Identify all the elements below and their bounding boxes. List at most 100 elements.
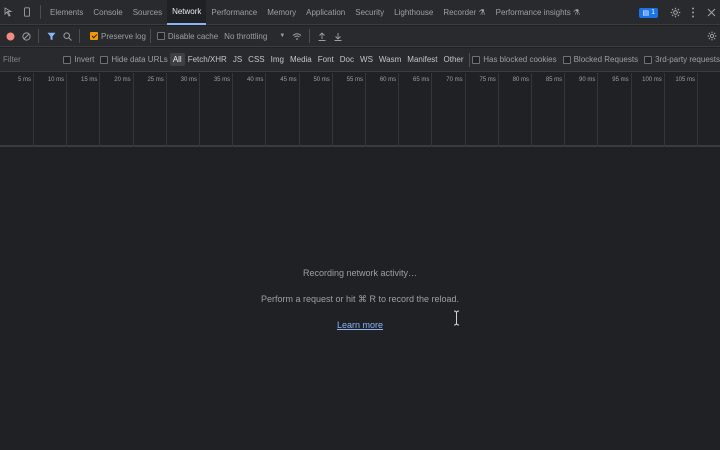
devtools-tabbar: Elements Console Sources Network Performance… bbox=[0, 0, 720, 25]
checkbox-box[interactable] bbox=[156, 32, 165, 40]
filter-type-css[interactable]: CSS bbox=[245, 53, 267, 66]
timeline-tick-label: 90 ms bbox=[579, 77, 596, 83]
tab-application[interactable]: Application bbox=[301, 0, 350, 25]
timeline-tick-label: 30 ms bbox=[180, 77, 197, 83]
panel-tabs: Elements Console Sources Network Performance… bbox=[45, 0, 585, 25]
timeline-gridline bbox=[431, 73, 433, 147]
tab-security[interactable]: Security bbox=[350, 0, 389, 25]
timeline-gridline bbox=[365, 73, 366, 147]
timeline-gridline bbox=[398, 73, 400, 147]
checkbox-box[interactable] bbox=[644, 55, 653, 64]
filter-bar: Filter Invert Hide data URLs All Fetch/XH… bbox=[0, 48, 720, 72]
throttling-select[interactable]: No throttling ▼ bbox=[224, 32, 285, 41]
has-blocked-cookies-label: Has blocked cookies bbox=[483, 55, 557, 64]
tab-recorder[interactable]: Recorder ⚗ bbox=[438, 0, 490, 25]
divider bbox=[309, 29, 311, 43]
third-party-requests-label: 3rd-party requests bbox=[655, 55, 720, 64]
inspect-element-icon[interactable] bbox=[0, 0, 18, 25]
disable-cache-label: Disable cache bbox=[167, 31, 219, 41]
disable-cache-checkbox[interactable]: Disable cache bbox=[156, 31, 219, 41]
recording-message: Recording network activity… bbox=[302, 268, 418, 278]
third-party-requests-checkbox[interactable]: 3rd-party requests bbox=[644, 55, 720, 64]
divider bbox=[79, 29, 80, 43]
timeline-gridline bbox=[564, 73, 566, 147]
tabbar-right: ▤ 1 bbox=[639, 0, 720, 25]
tab-elements[interactable]: Elements bbox=[45, 0, 88, 25]
tab-performance-insights[interactable]: Performance insights ⚗ bbox=[491, 0, 586, 25]
timeline-gridline bbox=[298, 73, 300, 147]
timeline-gridline bbox=[630, 73, 632, 147]
issues-icon: ▤ bbox=[642, 9, 650, 17]
filter-type-img[interactable]: Img bbox=[268, 53, 287, 66]
divider bbox=[468, 52, 470, 67]
timeline-gridline bbox=[232, 73, 234, 147]
checkbox-box[interactable] bbox=[90, 32, 98, 40]
import-har-icon[interactable] bbox=[314, 26, 330, 47]
filter-input[interactable]: Filter bbox=[0, 48, 57, 72]
invert-checkbox[interactable]: Invert bbox=[63, 55, 94, 64]
invert-label: Invert bbox=[74, 55, 95, 64]
issues-badge[interactable]: ▤ 1 bbox=[639, 7, 658, 18]
preserve-log-checkbox[interactable]: Preserve log bbox=[90, 32, 146, 41]
filter-type-media[interactable]: Media bbox=[287, 53, 315, 66]
timeline-tick-label: 5 ms bbox=[17, 77, 31, 83]
filter-type-font[interactable]: Font bbox=[315, 53, 337, 66]
checkbox-box[interactable] bbox=[472, 55, 481, 64]
filter-type-wasm[interactable]: Wasm bbox=[376, 53, 404, 66]
timeline-gridline bbox=[265, 73, 267, 147]
close-devtools-icon[interactable] bbox=[702, 0, 720, 25]
issues-count: 1 bbox=[651, 9, 655, 16]
learn-more-link[interactable]: Learn more bbox=[337, 320, 383, 330]
checkbox-box[interactable] bbox=[63, 55, 72, 64]
timeline-gridline bbox=[132, 73, 134, 147]
filter-type-other[interactable]: Other bbox=[441, 53, 467, 66]
timeline-tick-label: 35 ms bbox=[213, 77, 231, 83]
timeline-gridline bbox=[531, 73, 532, 147]
resource-type-filters: All Fetch/XHR JS CSS Img Media Font Doc WS Wasm Ma… bbox=[169, 53, 467, 66]
timeline-gridline bbox=[199, 73, 200, 147]
filter-placeholder: Filter bbox=[3, 55, 21, 64]
timeline-overview[interactable]: 5 ms 10 ms 15 ms 20 ms 25 ms 30 ms 35 ms 40 ms 4… bbox=[0, 73, 720, 147]
timeline-tick-label: 50 ms bbox=[313, 77, 330, 83]
mouse-cursor bbox=[453, 310, 460, 328]
reload-hint: Perform a request or hit ⌘ R to record t… bbox=[260, 294, 460, 304]
timeline-tick-label: 85 ms bbox=[545, 77, 563, 83]
filter-funnel-icon[interactable] bbox=[43, 26, 59, 47]
throttling-value: No throttling bbox=[224, 31, 268, 41]
chevron-down-icon: ▼ bbox=[279, 33, 286, 39]
filter-type-all[interactable]: All bbox=[169, 53, 185, 66]
filter-type-ws[interactable]: WS bbox=[357, 53, 376, 66]
timeline-tick-label: 25 ms bbox=[147, 77, 164, 83]
export-har-icon[interactable] bbox=[330, 26, 346, 47]
timeline-tick-label: 95 ms bbox=[612, 77, 629, 83]
filter-type-fetch-xhr[interactable]: Fetch/XHR bbox=[185, 53, 230, 66]
tab-network[interactable]: Network bbox=[167, 0, 207, 25]
filter-type-js[interactable]: JS bbox=[230, 53, 245, 66]
checkbox-box[interactable] bbox=[100, 55, 109, 64]
timeline-gridline bbox=[597, 73, 599, 147]
more-options-icon[interactable] bbox=[684, 0, 702, 25]
tab-performance[interactable]: Performance bbox=[206, 0, 262, 25]
blocked-requests-checkbox[interactable]: Blocked Requests bbox=[562, 55, 638, 64]
timeline-tick-label: 45 ms bbox=[280, 77, 297, 83]
clear-icon[interactable] bbox=[18, 26, 34, 47]
filter-type-doc[interactable]: Doc bbox=[337, 53, 357, 66]
has-blocked-cookies-checkbox[interactable]: Has blocked cookies bbox=[472, 55, 557, 64]
tab-console[interactable]: Console bbox=[88, 0, 127, 25]
filter-type-manifest[interactable]: Manifest bbox=[404, 53, 440, 66]
checkbox-box[interactable] bbox=[562, 55, 571, 64]
divider bbox=[38, 29, 39, 43]
tab-lighthouse[interactable]: Lighthouse bbox=[389, 0, 438, 25]
network-settings-gear-icon[interactable] bbox=[704, 26, 720, 47]
request-list-empty: Recording network activity… Perform a re… bbox=[0, 149, 720, 450]
hide-data-urls-checkbox[interactable]: Hide data URLs bbox=[100, 55, 168, 64]
timeline-tick-label: 75 ms bbox=[479, 77, 496, 83]
settings-gear-icon[interactable] bbox=[666, 0, 684, 25]
timeline-tick-label: 10 ms bbox=[47, 77, 65, 83]
tab-memory[interactable]: Memory bbox=[262, 0, 301, 25]
search-icon[interactable] bbox=[59, 26, 75, 47]
device-toolbar-icon[interactable] bbox=[18, 0, 36, 25]
network-conditions-wifi-icon[interactable] bbox=[289, 26, 305, 47]
tab-sources[interactable]: Sources bbox=[128, 0, 167, 25]
record-icon[interactable] bbox=[2, 26, 18, 47]
